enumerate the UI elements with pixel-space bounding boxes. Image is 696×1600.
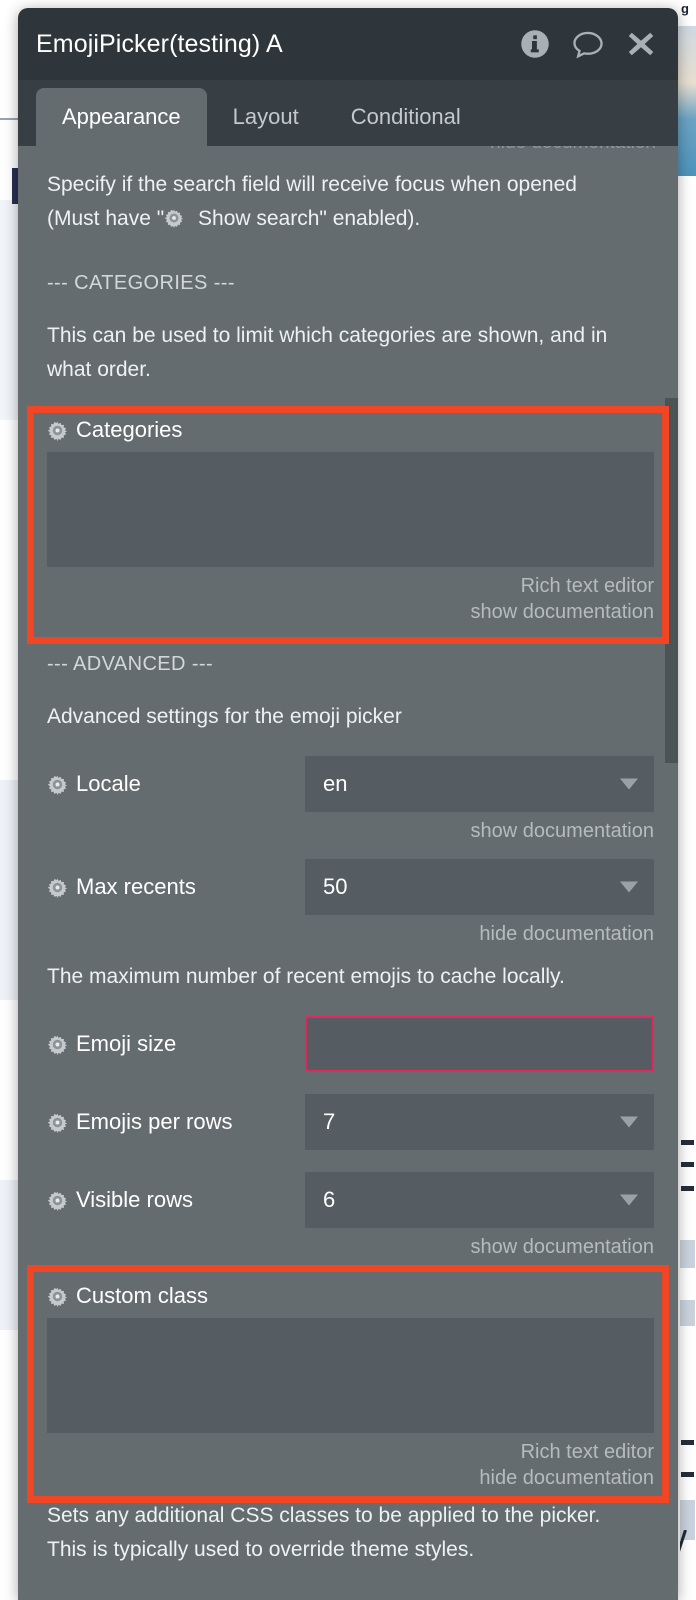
visible-rows-select[interactable]: 6 [305,1172,654,1228]
titlebar-actions [520,29,656,59]
categories-field-meta: Rich text editor show documentation [47,573,654,625]
emojis-per-rows-row: Emojis per rows 7 [18,1094,678,1150]
tab-layout[interactable]: Layout [207,88,325,146]
gear-icon [47,877,68,898]
visible-rows-value: 6 [323,1187,336,1212]
settings-scrollbar[interactable] [665,146,678,1600]
background-right-column: g [678,0,696,1600]
categories-label-text: Categories [76,417,183,442]
max-recents-label-text: Max recents [76,874,196,899]
emojis-per-rows-label: Emojis per rows [47,1109,305,1135]
tab-appearance-label: Appearance [62,104,181,129]
locale-value: en [323,771,348,796]
gear-icon [47,1286,68,1307]
max-recents-value: 50 [323,874,348,899]
custom-class-field-block: Custom class Rich text editor hide docum… [18,1259,678,1491]
background-sliver-slash [680,1530,694,1600]
categories-rich-text-input[interactable] [47,452,654,567]
dialog-tabbar: Appearance Layout Conditional [18,80,678,146]
gear-icon [164,208,184,228]
max-recents-hide-documentation-link[interactable]: hide documentation [18,923,678,946]
close-icon[interactable] [626,29,656,59]
background-sliver-line [681,1186,694,1191]
search-focus-doc-line1: Specify if the search field will receive… [47,173,577,196]
categories-label: Categories [47,417,654,443]
visible-rows-show-documentation-link[interactable]: show documentation [18,1236,678,1259]
background-sliver-line [681,1140,694,1145]
settings-dialog: EmojiPicker(testing) A Appearance Layout… [18,8,678,1600]
custom-class-editor-hint: Rich text editor [520,1441,654,1463]
comment-icon[interactable] [572,29,604,59]
categories-editor-hint: Rich text editor [520,575,654,597]
emojis-per-rows-select[interactable]: 7 [305,1094,654,1150]
gear-icon [47,420,68,441]
max-recents-row: Max recents 50 [18,859,678,915]
custom-class-documentation: Sets any additional CSS classes to be ap… [18,1491,678,1567]
custom-class-hide-documentation-link[interactable]: hide documentation [47,1465,654,1491]
locale-label: Locale [47,771,305,797]
emojis-per-rows-label-text: Emojis per rows [76,1109,233,1134]
screen: g EmojiPicker(testing) A Appearance Layo… [0,0,696,1600]
categories-section-header: --- CATEGORIES --- [47,272,235,294]
chevron-down-icon [620,778,638,790]
visible-rows-label: Visible rows [47,1187,305,1213]
info-icon[interactable] [520,29,550,59]
background-sliver-block [680,1300,695,1326]
custom-class-doc-line1: Sets any additional CSS classes to be ap… [47,1504,601,1527]
custom-class-rich-text-input[interactable] [47,1318,654,1433]
chevron-down-icon [620,1116,638,1128]
background-sliver-line [681,1162,694,1167]
background-thumbnail-image [678,26,696,176]
search-focus-doc-line2a: (Must have " [47,207,165,230]
dialog-title: EmojiPicker(testing) A [36,29,283,58]
tab-conditional[interactable]: Conditional [325,88,487,146]
categories-show-documentation-link[interactable]: show documentation [47,599,654,625]
chevron-down-icon [620,1194,638,1206]
tab-conditional-label: Conditional [350,104,461,129]
tab-appearance[interactable]: Appearance [36,88,207,146]
advanced-documentation: Advanced settings for the emoji picker [47,705,402,728]
custom-class-field-meta: Rich text editor hide documentation [47,1439,654,1491]
categories-documentation: This can be used to limit which categori… [47,324,608,381]
emojis-per-rows-value: 7 [323,1109,336,1134]
background-sliver-line [681,1472,694,1477]
background-edge-text: g [681,2,689,16]
dialog-titlebar: EmojiPicker(testing) A [18,8,678,80]
custom-class-label-text: Custom class [76,1283,209,1308]
gear-icon [47,774,68,795]
search-focus-doc-line2b: Show search" enabled). [192,207,421,230]
chevron-down-icon [620,881,638,893]
emoji-size-input[interactable] [305,1016,654,1072]
clipped-hide-documentation-link[interactable]: hide documentation [490,146,656,154]
custom-class-doc-line2: This is typically used to override theme… [47,1538,475,1561]
locale-label-text: Locale [76,771,141,796]
emoji-size-label-text: Emoji size [76,1031,177,1056]
max-recents-label: Max recents [47,874,305,900]
settings-content: hide documentation Specify if the search… [18,146,678,1567]
max-recents-select[interactable]: 50 [305,859,654,915]
background-sliver-line [681,1440,694,1445]
locale-select[interactable]: en [305,756,654,812]
tab-layout-label: Layout [232,104,299,129]
categories-field-block: Categories Rich text editor show documen… [18,387,678,625]
locale-row: Locale en [18,756,678,812]
search-focus-documentation: Specify if the search field will receive… [18,146,678,236]
emoji-size-label: Emoji size [47,1031,305,1057]
settings-scrollbar-thumb[interactable] [665,398,678,763]
gear-icon [47,1190,68,1211]
advanced-section-header: --- ADVANCED --- [47,653,214,675]
max-recents-documentation: The maximum number of recent emojis to c… [47,965,565,988]
custom-class-label: Custom class [47,1283,654,1309]
visible-rows-row: Visible rows 6 [18,1172,678,1228]
locale-show-documentation-link[interactable]: show documentation [18,820,678,843]
settings-scroll-area[interactable]: hide documentation Specify if the search… [18,146,678,1600]
background-sliver-block [680,1240,695,1268]
gear-icon [47,1034,68,1055]
visible-rows-label-text: Visible rows [76,1187,193,1212]
gear-icon [47,1112,68,1133]
emoji-size-row: Emoji size [18,1016,678,1072]
